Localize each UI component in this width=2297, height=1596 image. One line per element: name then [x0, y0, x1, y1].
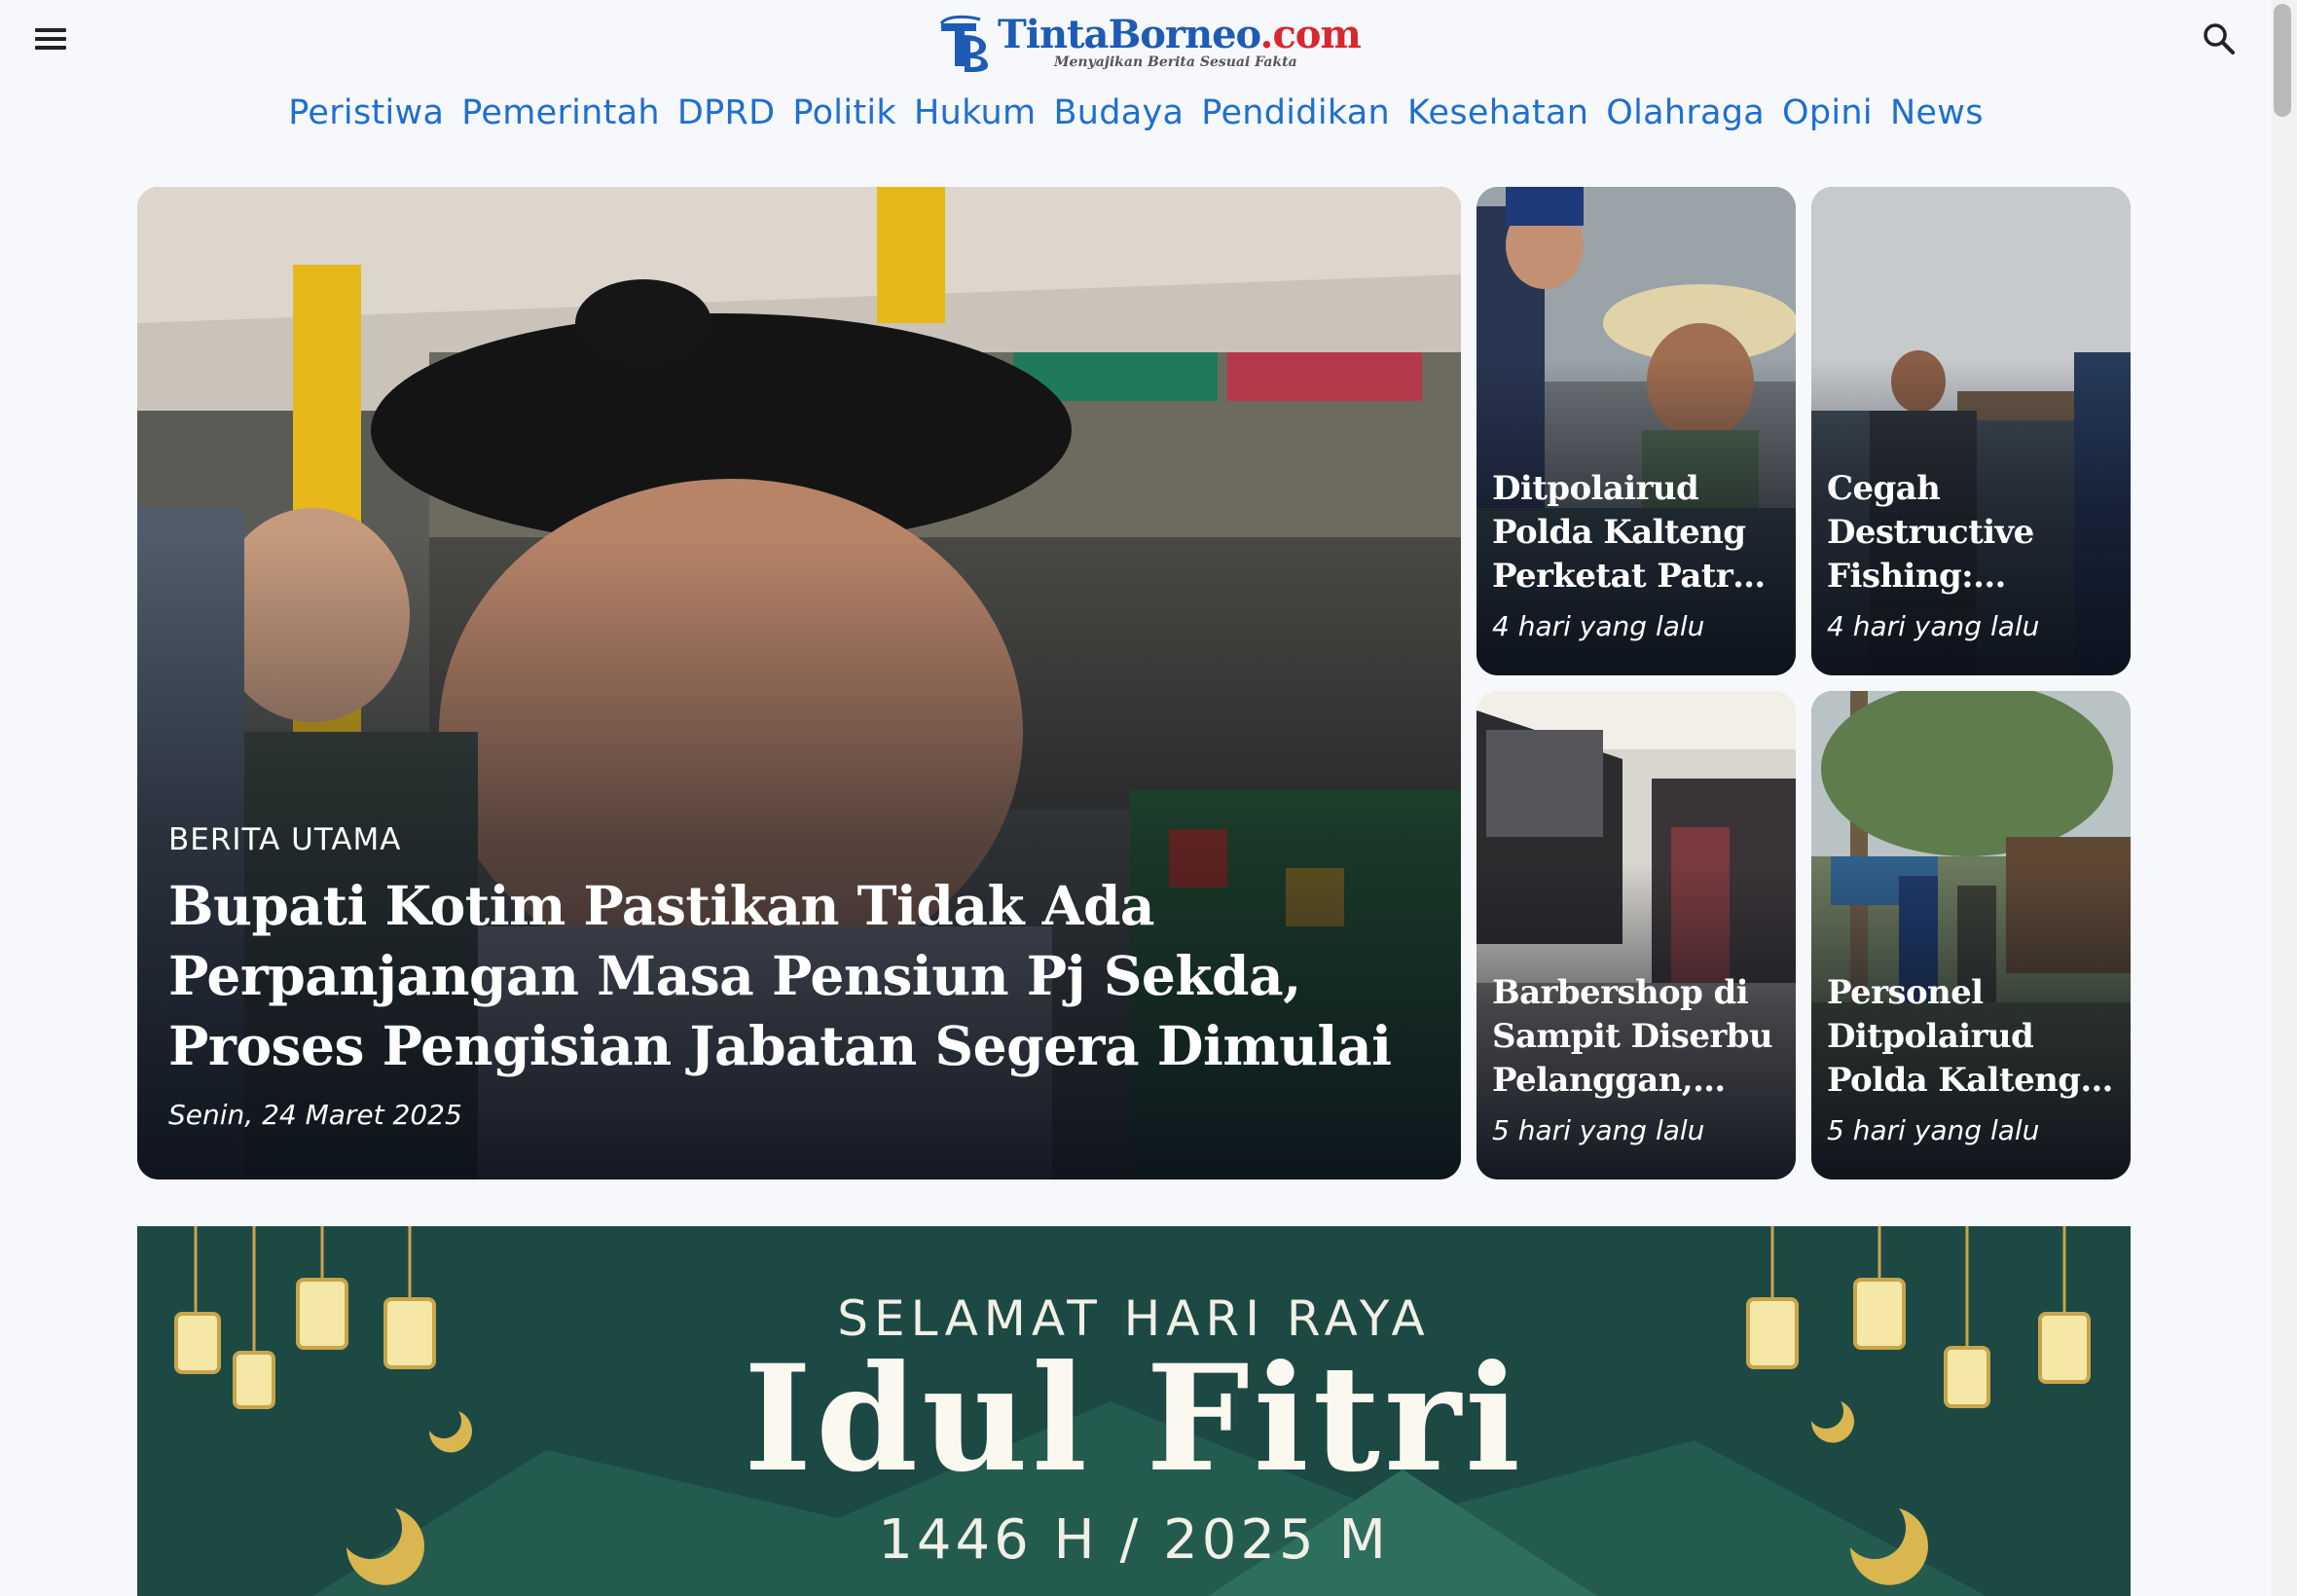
site-logo[interactable]: TintaBorneo.com Menyajikan Berita Sesuai… — [937, 14, 1362, 76]
nav-item-news[interactable]: News — [1890, 93, 1984, 132]
headline-category[interactable]: BERITA UTAMA — [168, 822, 1422, 857]
idul-fitri-banner[interactable]: SELAMAT HARI RAYA Idul Fitri 1446 H / 20… — [137, 1226, 2131, 1596]
news-card[interactable]: Personel Ditpolairud Polda Kalteng Perke… — [1811, 691, 2131, 1179]
nav-item-budaya[interactable]: Budaya — [1053, 93, 1184, 132]
nav-item-pemerintah[interactable]: Pemerintah — [461, 93, 660, 132]
nav-item-opini[interactable]: Opini — [1782, 93, 1873, 132]
category-nav: Peristiwa Pemerintah DPRD Politik Hukum … — [0, 93, 2272, 132]
banner-year: 1446 H / 2025 M — [878, 1508, 1390, 1572]
news-card[interactable]: Cegah Destructive Fishing:... 4 hari yan… — [1811, 187, 2131, 675]
headline-card[interactable]: BERITA UTAMA Bupati Kotim Pastikan Tidak… — [137, 187, 1461, 1179]
logo-mark-icon — [937, 14, 992, 72]
nav-item-peristiwa[interactable]: Peristiwa — [288, 93, 444, 132]
banner-title: Idul Fitri — [743, 1333, 1525, 1505]
site-name: TintaBorneo.com — [998, 12, 1362, 57]
news-card-time: 5 hari yang lalu — [1492, 1114, 1705, 1146]
nav-item-pendidikan[interactable]: Pendidikan — [1201, 93, 1390, 132]
nav-item-dprd[interactable]: DPRD — [677, 93, 776, 132]
news-card-time: 5 hari yang lalu — [1827, 1114, 2040, 1146]
headline-title[interactable]: Bupati Kotim Pastikan Tidak Ada Perpanja… — [168, 871, 1422, 1081]
search-icon[interactable] — [2202, 21, 2237, 56]
news-card[interactable]: Ditpolairud Polda Kalteng Perketat Patro… — [1477, 187, 1796, 675]
page-scrollbar[interactable] — [2272, 0, 2297, 1596]
news-card-title[interactable]: Ditpolairud Polda Kalteng Perketat Patro… — [1492, 467, 1782, 598]
news-card-time: 4 hari yang lalu — [1827, 610, 2040, 642]
news-card-title[interactable]: Barbershop di Sampit Diserbu Pelanggan, … — [1492, 971, 1782, 1103]
nav-item-politik[interactable]: Politik — [792, 93, 896, 132]
scrollbar-thumb[interactable] — [2274, 4, 2291, 117]
nav-item-kesehatan[interactable]: Kesehatan — [1407, 93, 1588, 132]
nav-item-hukum[interactable]: Hukum — [914, 93, 1036, 132]
news-card-title[interactable]: Cegah Destructive Fishing:... — [1827, 467, 2117, 598]
news-card[interactable]: Barbershop di Sampit Diserbu Pelanggan, … — [1477, 691, 1796, 1179]
hamburger-menu-icon[interactable] — [31, 23, 70, 54]
news-card-title[interactable]: Personel Ditpolairud Polda Kalteng Perke… — [1827, 971, 2117, 1103]
site-tagline: Menyajikan Berita Sesuai Fakta — [1054, 54, 1297, 70]
nav-item-olahraga[interactable]: Olahraga — [1606, 93, 1765, 132]
news-card-time: 4 hari yang lalu — [1492, 610, 1705, 642]
headline-meta: BERITA UTAMA Bupati Kotim Pastikan Tidak… — [168, 822, 1422, 1131]
site-header: TintaBorneo.com Menyajikan Berita Sesuai… — [0, 0, 2272, 175]
headline-date: Senin, 24 Maret 2025 — [168, 1099, 462, 1131]
